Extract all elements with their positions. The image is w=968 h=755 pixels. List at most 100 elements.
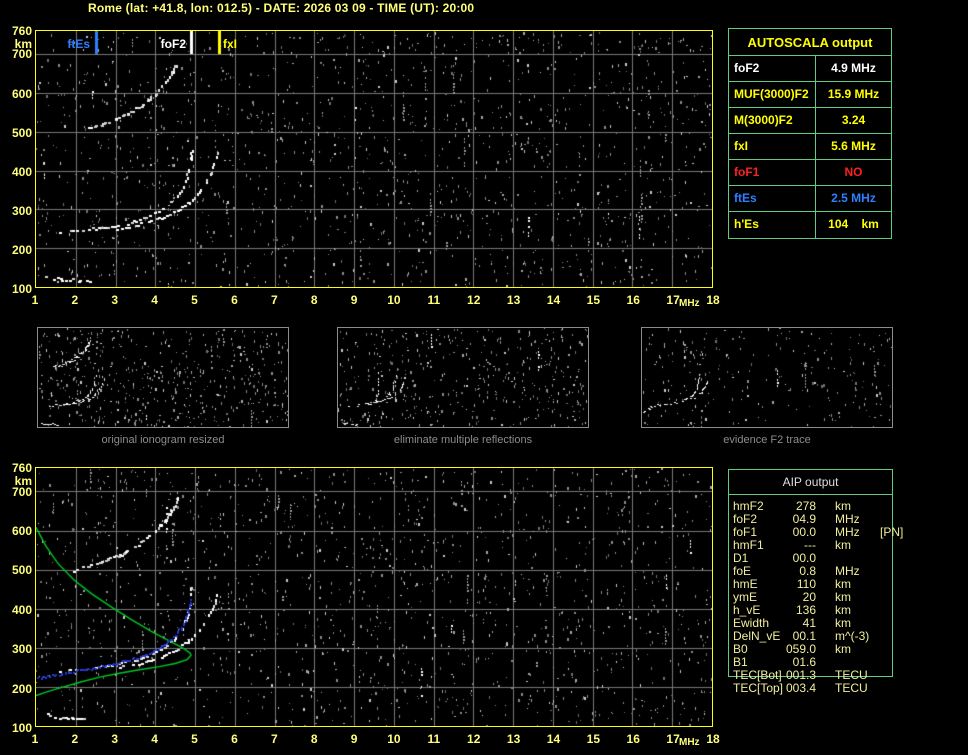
x-tick-label: 9 [350, 732, 358, 746]
panel-evidence-canvas [642, 328, 892, 427]
x-tick-label: 8 [310, 293, 318, 307]
x-tick-label: 2 [71, 732, 79, 746]
x-tick-label: 2 [71, 293, 79, 307]
table-row: M(3000)F2 3.24 [729, 108, 891, 134]
table-row: hmF1 --- km [733, 539, 908, 552]
x-tick-label: 10 [387, 293, 401, 307]
bottom-ionogram-canvas [36, 468, 712, 726]
panel-eliminate-multiples [337, 327, 589, 428]
x-tick-label: 4 [151, 293, 158, 307]
x-axis-unit-label: MHz [679, 298, 700, 309]
autoscala-row-label: h'Es [729, 212, 816, 238]
x-tick-label: 12 [467, 732, 481, 746]
x-tick-label: 16 [626, 732, 640, 746]
y-tick-label: 760 [11, 461, 32, 475]
autoscala-row-label: foF1 [729, 160, 816, 185]
y-tick-label: 100 [11, 721, 32, 735]
y-tick-label: 400 [11, 164, 32, 179]
x-tick-label: 13 [506, 293, 521, 307]
y-tick-label: 300 [11, 642, 32, 657]
x-tick-label: 11 [427, 293, 441, 307]
autoscala-row-value: 4.9 MHz [831, 61, 876, 75]
page-title: Rome (lat: +41.8, lon: 012.5) - DATE: 20… [88, 1, 475, 15]
x-tick-label: 15 [586, 293, 601, 307]
panel-eliminate-caption: eliminate multiple reflections [393, 434, 533, 446]
x-tick-label: 18 [706, 732, 720, 746]
x-tick-label: 18 [706, 293, 720, 307]
table-row: fxI 5.6 MHz [729, 134, 891, 160]
x-tick-label: 5 [191, 732, 198, 746]
autoscala-row-label: fxI [729, 134, 816, 159]
y-tick-label: 600 [11, 524, 32, 539]
table-row: hmE 110 km [733, 578, 908, 591]
autoscala-table-rows: foF2 4.9 MHz MUF(3000)F2 15.9 MHz M(3000)F2 3… [729, 56, 891, 238]
autoscala-row-value: NO [844, 165, 863, 179]
table-row: ftEs 2.5 MHz [729, 186, 891, 212]
fxi-marker-label: fxI [223, 37, 238, 51]
autoscala-row-value: 5.6 MHz [831, 139, 876, 153]
y-tick-label: 400 [11, 602, 32, 617]
x-tick-label: 11 [427, 732, 441, 746]
autoscala-row-value: 104 km [828, 217, 879, 231]
x-tick-label: 4 [151, 732, 158, 746]
aip-row-unit: km [835, 642, 851, 656]
y-tick-label: 760 [11, 24, 32, 38]
aip-row-unit: TECU [835, 681, 868, 695]
table-row: h'Es 104 km [729, 212, 891, 238]
top-ionogram-plot [35, 30, 713, 288]
autoscala-row-label: M(3000)F2 [729, 108, 816, 133]
x-tick-label: 7 [270, 732, 278, 746]
panel-eliminate-canvas [338, 328, 588, 427]
panel-evidence-f2 [641, 327, 893, 428]
x-tick-label: 5 [191, 293, 198, 307]
aip-row-extra: [PN] [880, 525, 904, 539]
autoscala-row-label: foF2 [729, 56, 816, 81]
table-row: D1 00.0 [733, 552, 908, 565]
table-row: foF1 NO [729, 160, 891, 186]
panel-original-canvas [38, 328, 288, 427]
table-row: TEC[Top] 003.4 TECU [733, 682, 908, 695]
x-tick-label: 8 [310, 732, 318, 746]
top-ionogram-canvas [36, 31, 712, 287]
y-tick-label: 300 [11, 203, 32, 218]
x-tick-label: 6 [231, 732, 238, 746]
x-axis-unit-label: MHz [679, 737, 700, 748]
y-tick-label: 100 [11, 282, 32, 296]
table-row: foF2 4.9 MHz [729, 56, 891, 82]
y-tick-label: 500 [11, 125, 32, 140]
aip-row-value: 003.4 [785, 681, 816, 695]
x-tick-label: 10 [387, 732, 401, 746]
y-tick-label: 200 [11, 681, 32, 696]
aip-table-title: AIP output [729, 470, 892, 495]
autoscala-row-value: 3.24 [841, 113, 866, 127]
aip-table-rows: hmF2 278 km foF2 04.9 MHz foF1 00.0 MHz [PN] hmF1-… [733, 500, 908, 695]
panel-evidence-caption: evidence F2 trace [723, 434, 811, 446]
bottom-ionogram-plot [35, 467, 713, 727]
y-tick-label: 600 [11, 86, 32, 101]
autoscala-row-label: MUF(3000)F2 [729, 82, 816, 107]
y-axis-unit-label: km [14, 37, 32, 51]
y-tick-label: 500 [11, 563, 32, 578]
aip-row-label: TEC[Top] [733, 681, 784, 695]
x-tick-label: 6 [231, 293, 238, 307]
table-row: DelN_vE 00.1 m^(-3) [733, 630, 908, 643]
autoscala-row-label: ftEs [729, 186, 816, 211]
autoscala-output-table: AUTOSCALA output foF2 4.9 MHz MUF(3000)F2 1… [728, 28, 892, 239]
y-tick-label: 200 [11, 242, 32, 257]
table-row: hmF2 278 km [733, 500, 908, 513]
x-tick-label: 15 [586, 732, 601, 746]
x-tick-label: 14 [546, 732, 561, 746]
panel-original-caption: original ionogram resized [101, 434, 225, 446]
x-tick-label: 16 [626, 293, 640, 307]
x-tick-label: 7 [270, 293, 278, 307]
x-tick-label: 9 [350, 293, 358, 307]
autoscala-table-title: AUTOSCALA output [729, 29, 891, 56]
panel-original-ionogram [37, 327, 289, 428]
table-row: B0 059.0 km [733, 643, 908, 656]
x-tick-label: 3 [111, 293, 119, 307]
autoscala-row-value: 15.9 MHz [827, 87, 880, 101]
x-tick-label: 13 [506, 732, 521, 746]
fof2-marker-label: foF2 [160, 37, 186, 51]
table-row: foE 0.8 MHz [733, 565, 908, 578]
y-axis-unit-label: km [14, 474, 32, 488]
